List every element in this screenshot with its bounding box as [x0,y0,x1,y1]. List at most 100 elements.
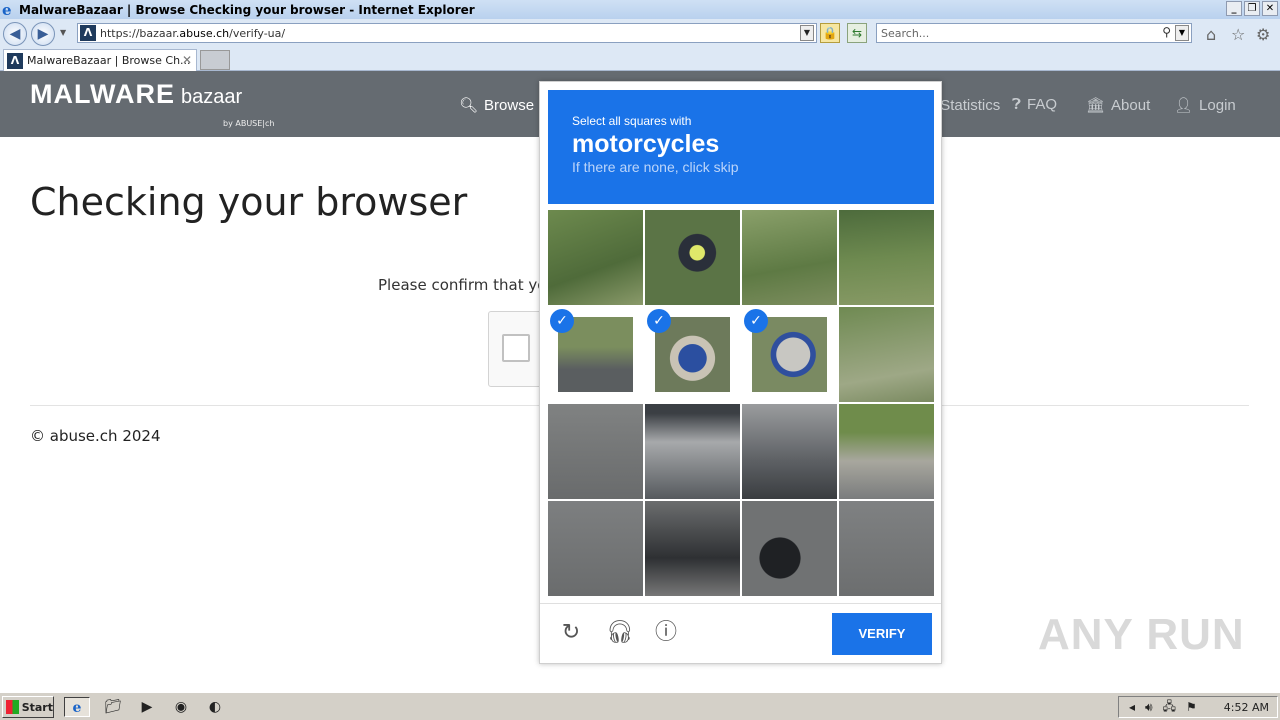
nav-faq[interactable]: ❓︎ FAQ [1012,96,1057,113]
site-logo[interactable]: MALWARE bazaar by ABUSE|ch [30,79,274,128]
tab-malwarebazaar[interactable]: Λ MalwareBazaar | Browse Ch... ✕ [3,49,197,71]
tab-bar: Λ MalwareBazaar | Browse Ch... ✕ [0,47,1280,71]
captcha-tile[interactable]: ✓ [548,307,643,402]
url-input[interactable]: Λ https://bazaar.abuse.ch/verify-ua/ ▼ [77,23,817,43]
captcha-tile[interactable]: ✓ [742,307,837,402]
page-title: Checking your browser [30,180,468,224]
captcha-tile[interactable] [839,210,934,305]
refresh-icon[interactable]: ⇆ [847,23,867,43]
captcha-tile[interactable] [839,307,934,402]
logo-byline: by ABUSE|ch [223,119,275,128]
captcha-challenge: Select all squares with motorcycles If t… [539,81,942,664]
forward-button[interactable]: ▶ [31,22,55,46]
tab-favicon-icon: Λ [7,52,23,69]
captcha-tile-image [645,501,740,596]
window-title: MalwareBazaar | Browse Checking your bro… [19,2,475,17]
captcha-tile[interactable]: ✓ [645,307,740,402]
minimize-button[interactable]: _ [1226,1,1242,16]
captcha-tile[interactable] [742,404,837,499]
captcha-tile[interactable] [742,501,837,596]
restore-button[interactable]: ❐ [1244,1,1260,16]
checkmark-icon: ✓ [550,309,574,333]
captcha-tile[interactable] [548,210,643,305]
captcha-tile-image [742,501,837,596]
action-center-flag-icon[interactable]: ⚑ [1186,700,1197,714]
new-tab-button[interactable] [200,50,230,70]
captcha-target: motorcycles [572,130,720,158]
taskbar-edge-icon[interactable]: ◐ [202,697,228,717]
captcha-tile-image [839,210,934,305]
captcha-tile-image [839,404,934,499]
captcha-tile[interactable] [742,210,837,305]
site-favicon-icon: Λ [80,25,96,41]
captcha-tile[interactable] [839,501,934,596]
reload-icon[interactable]: ↻ [558,620,584,646]
url-text: https://bazaar.abuse.ch/verify-ua/ [100,26,286,40]
captcha-tile[interactable] [548,404,643,499]
favorites-star-icon[interactable]: ☆ [1231,25,1245,44]
recaptcha-checkbox[interactable] [502,334,530,362]
captcha-tile[interactable] [645,210,740,305]
search-input[interactable]: Search... ⚲ ▼ [876,23,1192,43]
anyrun-watermark: ANY RUN [1038,610,1245,659]
tray-expand-icon[interactable]: ◂ [1129,700,1135,714]
windows-flag-icon [6,700,19,714]
captcha-tile-image [839,501,934,596]
taskbar: Start e 📁︎ ▶ ◉ ◐ ◂ 🔊︎ 🖧︎ ⚑ 4:52 AM [0,692,1280,720]
window-titlebar: e MalwareBazaar | Browse Checking your b… [0,0,1280,19]
lock-icon[interactable]: 🔒 [820,23,840,43]
captcha-tile-image [548,210,643,305]
tab-label: MalwareBazaar | Browse Ch... [27,54,191,67]
captcha-tile-image [645,210,740,305]
history-dropdown-icon[interactable]: ▼ [60,28,66,37]
nav-about[interactable]: 🏛︎ About [1086,96,1150,115]
address-toolbar: ◀ ▶ ▼ Λ https://bazaar.abuse.ch/verify-u… [0,19,1280,47]
audio-headphones-icon[interactable]: 🎧︎ [606,620,634,646]
copyright: © abuse.ch 2024 [30,427,161,445]
ie-logo-icon: e [2,0,12,19]
search-dropdown-icon[interactable]: ▼ [1175,25,1189,41]
search-icon: 🔍︎ [459,97,479,114]
verify-button[interactable]: VERIFY [832,613,932,655]
taskbar-ie-icon[interactable]: e [64,697,90,717]
nav-login[interactable]: 👤︎ Login [1174,96,1236,115]
captcha-footer: ↻ 🎧︎ ⓘ VERIFY [540,603,941,663]
volume-icon[interactable]: 🔊︎ [1145,700,1153,715]
captcha-hint: If there are none, click skip [572,159,739,175]
captcha-tile-image [548,404,643,499]
user-icon: 👤︎ [1174,97,1194,114]
captcha-tile-image [742,404,837,499]
confirm-text: Please confirm that you [378,276,556,294]
captcha-tile[interactable] [548,501,643,596]
taskbar-media-player-icon[interactable]: ▶ [134,697,160,717]
captcha-tile[interactable] [645,501,740,596]
search-icon[interactable]: ⚲ [1162,25,1171,39]
captcha-instruction: Select all squares with [572,114,692,128]
checkmark-icon: ✓ [744,309,768,333]
nav-browse[interactable]: 🔍︎ Browse [459,96,534,115]
captcha-image-grid: ✓ ✓ ✓ [548,210,934,596]
info-icon[interactable]: ⓘ [653,620,679,646]
window-controls: _ ❐ ✕ [1226,1,1278,16]
close-window-button[interactable]: ✕ [1262,1,1278,16]
captcha-tile[interactable] [839,404,934,499]
captcha-tile-image [742,210,837,305]
taskbar-chrome-icon[interactable]: ◉ [168,697,194,717]
gear-icon[interactable]: ⚙ [1256,25,1270,44]
clock[interactable]: 4:52 AM [1224,701,1269,714]
system-tray: ◂ 🔊︎ 🖧︎ ⚑ 4:52 AM [1118,696,1278,718]
bank-icon: 🏛︎ [1086,97,1106,114]
home-icon[interactable]: ⌂ [1206,25,1216,44]
question-icon: ❓︎ [1012,96,1022,113]
start-button[interactable]: Start [2,696,54,718]
taskbar-explorer-icon[interactable]: 📁︎ [100,697,126,717]
captcha-tile-image [548,501,643,596]
captcha-tile-image [645,404,740,499]
captcha-header: Select all squares with motorcycles If t… [548,90,934,204]
url-dropdown-icon[interactable]: ▼ [800,25,814,41]
tab-close-icon[interactable]: ✕ [182,53,192,67]
network-icon[interactable]: 🖧︎ [1163,697,1176,718]
checkmark-icon: ✓ [647,309,671,333]
back-button[interactable]: ◀ [3,22,27,46]
captcha-tile[interactable] [645,404,740,499]
